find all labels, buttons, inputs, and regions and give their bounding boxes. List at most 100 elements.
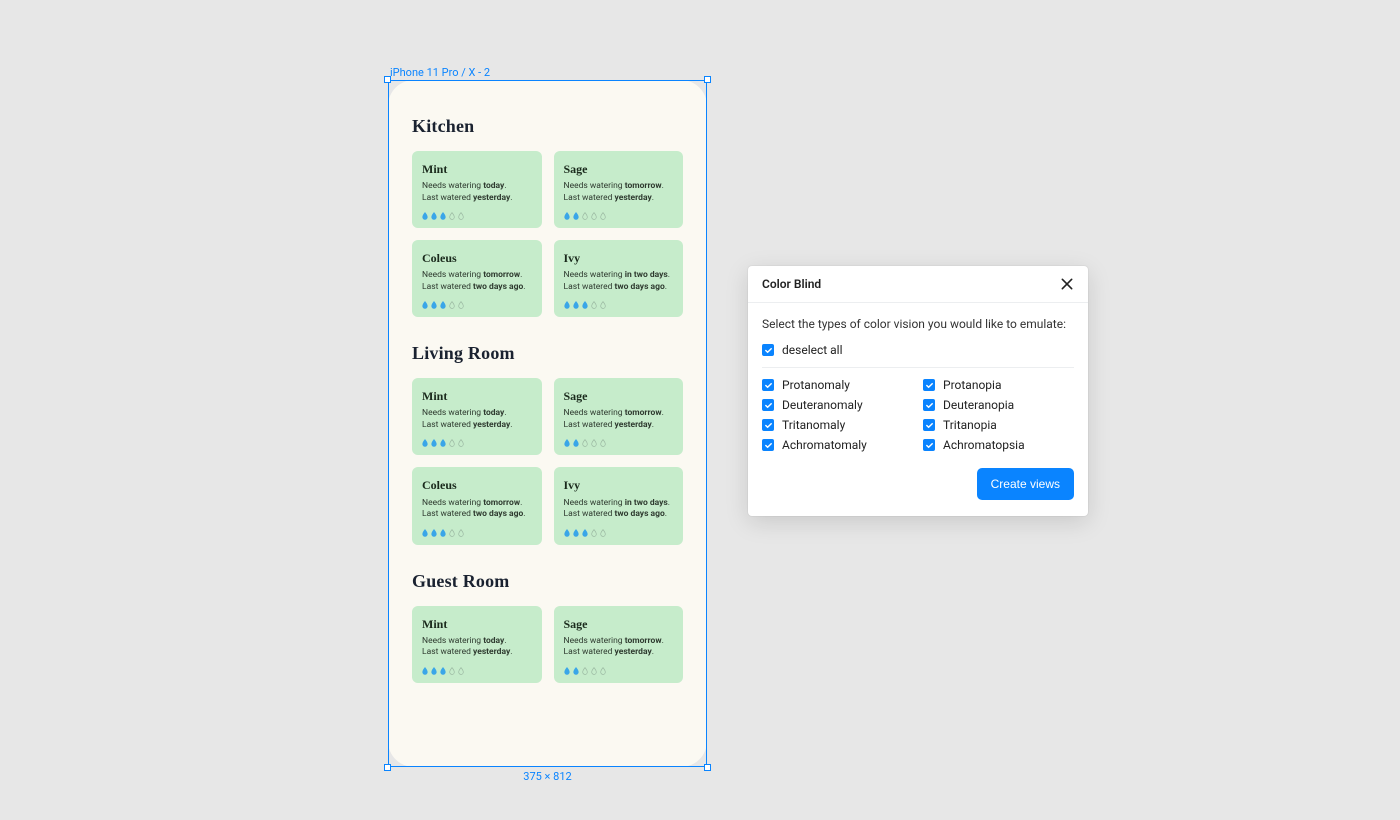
needs-watering-line: Needs watering today. xyxy=(422,408,532,419)
water-drop-icon xyxy=(422,212,428,220)
water-drop-icon xyxy=(449,439,455,447)
water-drop-icon xyxy=(458,439,464,447)
vision-option[interactable]: Tritanomaly xyxy=(762,418,913,432)
water-drop-icon xyxy=(458,529,464,537)
water-drop-icon xyxy=(564,439,570,447)
checkbox-icon[interactable] xyxy=(923,439,935,451)
water-drop-icon xyxy=(431,529,437,537)
needs-watering-line: Needs watering tomorrow. xyxy=(564,181,674,192)
water-drop-icon xyxy=(422,667,428,675)
water-level-indicator xyxy=(564,667,674,675)
vision-option[interactable]: Achromatomaly xyxy=(762,438,913,452)
frame-dimensions: 375 × 812 xyxy=(388,770,707,783)
create-views-button[interactable]: Create views xyxy=(977,468,1074,500)
plant-name: Sage xyxy=(564,616,674,632)
water-drop-icon xyxy=(591,529,597,537)
plant-name: Coleus xyxy=(422,250,532,266)
device-screen: KitchenMintNeeds watering today.Last wat… xyxy=(388,80,707,767)
plant-card[interactable]: MintNeeds watering today.Last watered ye… xyxy=(412,378,542,455)
checkbox-icon[interactable] xyxy=(762,379,774,391)
water-drop-icon xyxy=(422,301,428,309)
water-level-indicator xyxy=(422,667,532,675)
plant-card[interactable]: MintNeeds watering today.Last watered ye… xyxy=(412,606,542,683)
deselect-all-row[interactable]: deselect all xyxy=(762,343,1074,368)
water-drop-icon xyxy=(573,667,579,675)
water-drop-icon xyxy=(582,529,588,537)
water-level-indicator xyxy=(564,439,674,447)
close-icon[interactable] xyxy=(1060,277,1074,291)
needs-watering-line: Needs watering tomorrow. xyxy=(564,408,674,419)
vision-option-label: Tritanopia xyxy=(943,418,997,432)
water-drop-icon xyxy=(449,212,455,220)
water-level-indicator xyxy=(422,439,532,447)
checkbox-deselect[interactable] xyxy=(762,344,774,356)
panel-description: Select the types of color vision you wou… xyxy=(762,317,1074,331)
last-watered-line: Last watered yesterday. xyxy=(564,647,674,658)
water-level-indicator xyxy=(422,212,532,220)
water-drop-icon xyxy=(582,439,588,447)
vision-option-label: Achromatopsia xyxy=(943,438,1025,452)
water-drop-icon xyxy=(564,301,570,309)
plant-card-grid: MintNeeds watering today.Last watered ye… xyxy=(412,151,683,317)
last-watered-line: Last watered two days ago. xyxy=(564,509,674,520)
water-drop-icon xyxy=(422,439,428,447)
checkbox-icon[interactable] xyxy=(762,399,774,411)
plant-card[interactable]: ColeusNeeds watering tomorrow.Last water… xyxy=(412,240,542,317)
plant-card[interactable]: Sage Needs watering tomorrow.Last watered… xyxy=(554,378,684,455)
plant-card[interactable]: SageNeeds watering tomorrow.Last watered… xyxy=(554,606,684,683)
water-level-indicator xyxy=(564,529,674,537)
needs-watering-line: Needs watering today. xyxy=(422,181,532,192)
last-watered-line: Last watered yesterday. xyxy=(422,193,532,204)
needs-watering-line: Needs watering in two days. xyxy=(564,498,674,509)
vision-option[interactable]: Protanomaly xyxy=(762,378,913,392)
plant-card[interactable]: IvyNeeds watering in two days.Last water… xyxy=(554,467,684,544)
plant-card[interactable]: Sage Needs watering tomorrow.Last watered… xyxy=(554,151,684,228)
water-level-indicator xyxy=(564,301,674,309)
last-watered-line: Last watered two days ago. xyxy=(564,282,674,293)
vision-option[interactable]: Deuteranomaly xyxy=(762,398,913,412)
vision-option[interactable]: Tritanopia xyxy=(923,418,1074,432)
water-drop-icon xyxy=(600,301,606,309)
plant-name: Mint xyxy=(422,161,532,177)
water-level-indicator xyxy=(422,529,532,537)
plant-card[interactable]: IvyNeeds watering in two days.Last water… xyxy=(554,240,684,317)
plant-name: Sage xyxy=(564,388,674,404)
water-drop-icon xyxy=(600,529,606,537)
vision-option[interactable]: Achromatopsia xyxy=(923,438,1074,452)
water-drop-icon xyxy=(564,667,570,675)
plant-card-grid: MintNeeds watering today.Last watered ye… xyxy=(412,606,683,683)
plant-card[interactable]: ColeusNeeds watering tomorrow.Last water… xyxy=(412,467,542,544)
water-drop-icon xyxy=(449,667,455,675)
color-blind-panel: Color Blind Select the types of color vi… xyxy=(748,266,1088,516)
needs-watering-line: Needs watering in two days. xyxy=(564,270,674,281)
vision-options-grid: Protanomaly Protanopia Deuteranomaly Deuter… xyxy=(762,378,1074,452)
checkbox-icon[interactable] xyxy=(923,419,935,431)
needs-watering-line: Needs watering tomorrow. xyxy=(422,270,532,281)
room-title: Guest Room xyxy=(412,571,683,592)
last-watered-line: Last watered yesterday. xyxy=(564,420,674,431)
vision-option[interactable]: Protanopia xyxy=(923,378,1074,392)
water-drop-icon xyxy=(564,212,570,220)
last-watered-line: Last watered yesterday. xyxy=(564,193,674,204)
water-drop-icon xyxy=(591,667,597,675)
checkbox-icon[interactable] xyxy=(762,419,774,431)
water-drop-icon xyxy=(600,667,606,675)
water-drop-icon xyxy=(591,301,597,309)
water-drop-icon xyxy=(573,301,579,309)
resize-handle-tr[interactable] xyxy=(704,76,711,83)
water-drop-icon xyxy=(431,667,437,675)
water-drop-icon xyxy=(431,301,437,309)
water-drop-icon xyxy=(440,301,446,309)
water-drop-icon xyxy=(573,212,579,220)
room-title: Kitchen xyxy=(412,116,683,137)
checkbox-icon[interactable] xyxy=(923,399,935,411)
vision-option[interactable]: Deuteranopia xyxy=(923,398,1074,412)
plant-card[interactable]: Mint Needs watering today.Last watered ye… xyxy=(412,151,542,228)
checkbox-icon[interactable] xyxy=(762,439,774,451)
water-drop-icon xyxy=(591,439,597,447)
water-drop-icon xyxy=(449,301,455,309)
checkbox-icon[interactable] xyxy=(923,379,935,391)
last-watered-line: Last watered yesterday. xyxy=(422,647,532,658)
artboard-frame[interactable]: iPhone 11 Pro / X - 2 KitchenMintNeeds w… xyxy=(388,80,707,767)
plant-name: Sage xyxy=(564,161,674,177)
